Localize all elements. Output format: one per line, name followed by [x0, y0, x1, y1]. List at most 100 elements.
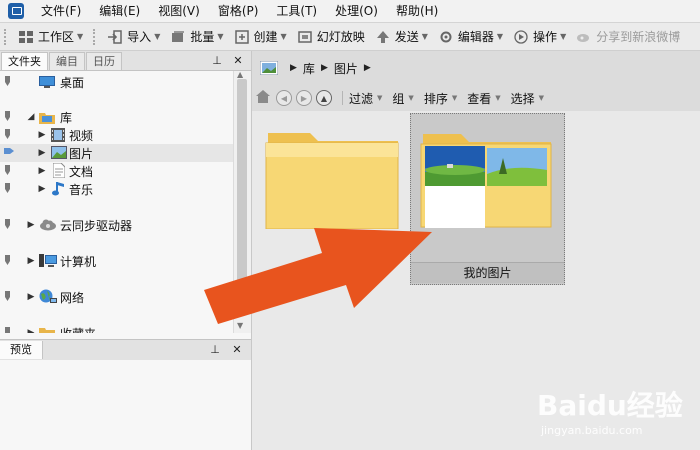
- batch-label: 批量: [190, 30, 215, 44]
- expand-closed-icon[interactable]: ▶: [37, 148, 47, 158]
- tree-item-desktop[interactable]: 桌面: [0, 73, 233, 91]
- pin-icon[interactable]: [4, 183, 11, 194]
- tree-item-music[interactable]: ▶ 音乐: [0, 180, 233, 198]
- editor-button[interactable]: 编辑器 ▼: [434, 25, 509, 49]
- folder-with-photos-icon: [420, 134, 552, 228]
- menu-bar: 文件(F) 编辑(E) 视图(V) 窗格(P) 工具(T) 处理(O) 帮助(H…: [0, 0, 700, 23]
- folder-icon: [265, 133, 399, 231]
- chevron-down-icon: ▼: [560, 32, 567, 41]
- create-button[interactable]: 创建 ▼: [230, 25, 293, 49]
- video-icon: [51, 128, 67, 142]
- back-icon[interactable]: ◀: [276, 90, 292, 106]
- tab-calendar[interactable]: 日历: [86, 52, 122, 70]
- expand-closed-icon[interactable]: ▶: [37, 184, 47, 194]
- pin-icon[interactable]: [4, 327, 11, 333]
- breadcrumb-separator-icon[interactable]: ▶: [364, 63, 371, 73]
- filter-button[interactable]: 过滤 ▼: [349, 90, 382, 107]
- app-logo-icon[interactable]: [8, 3, 24, 19]
- send-button[interactable]: 发送 ▼: [371, 25, 434, 49]
- workspace-label: 工作区: [38, 30, 75, 44]
- up-icon[interactable]: ▲: [316, 90, 332, 106]
- pin-icon[interactable]: [4, 291, 11, 302]
- scroll-down-icon[interactable]: ▼: [237, 321, 243, 330]
- menu-file[interactable]: 文件(F): [32, 0, 90, 22]
- import-label: 导入: [127, 30, 152, 44]
- tab-catalog[interactable]: 编目: [49, 52, 85, 70]
- pin-icon[interactable]: ⊥: [210, 52, 224, 69]
- slideshow-button[interactable]: 幻灯放映: [293, 25, 371, 49]
- tree-item-favorites[interactable]: ▶ 收藏夹: [0, 324, 233, 333]
- breadcrumb-separator-icon[interactable]: ▶: [290, 63, 297, 73]
- pin-active-icon[interactable]: [4, 147, 14, 158]
- address-bar[interactable]: ▶ 库 ▶ 图片 ▶: [256, 57, 696, 79]
- share-weibo-button[interactable]: 分享到新浪微博: [572, 25, 686, 49]
- scrollbar-thumb[interactable]: [237, 79, 247, 304]
- tree-item-library[interactable]: ◢ 库: [0, 108, 233, 126]
- menu-process[interactable]: 处理(O): [326, 0, 387, 22]
- group-button[interactable]: 组 ▼: [392, 90, 413, 107]
- workspace-icon: [18, 29, 34, 45]
- pin-icon[interactable]: [4, 255, 11, 266]
- expand-closed-icon[interactable]: ▶: [26, 256, 36, 266]
- expand-closed-icon[interactable]: ▶: [37, 130, 47, 140]
- close-icon[interactable]: ✕: [231, 52, 245, 69]
- chevron-down-icon: ▼: [77, 32, 84, 41]
- tree-item-label: 桌面: [60, 75, 85, 90]
- chevron-down-icon: ▼: [377, 94, 383, 102]
- tree-item-cloud-drive[interactable]: ▶ 云同步驱动器: [0, 216, 233, 234]
- pin-icon[interactable]: [4, 165, 11, 176]
- expand-closed-icon[interactable]: ▶: [26, 328, 36, 333]
- scroll-up-icon[interactable]: ▲: [237, 70, 243, 79]
- import-button[interactable]: 导入 ▼: [103, 25, 166, 49]
- tree-item-computer[interactable]: ▶ 计算机: [0, 252, 233, 270]
- tree-item-pictures[interactable]: ▶ 图片: [0, 144, 233, 162]
- expand-open-icon[interactable]: ◢: [26, 112, 36, 122]
- close-icon[interactable]: ✕: [230, 341, 244, 358]
- tree-item-label: 收藏夹: [60, 325, 96, 334]
- action-button[interactable]: 操作 ▼: [509, 25, 572, 49]
- pin-icon[interactable]: [4, 76, 11, 87]
- send-label: 发送: [394, 30, 419, 44]
- breadcrumb-pictures[interactable]: 图片: [334, 60, 358, 77]
- tree-item-videos[interactable]: ▶ 视频: [0, 126, 233, 144]
- library-icon: [259, 60, 279, 76]
- expand-closed-icon[interactable]: ▶: [26, 220, 36, 230]
- folder-thumbnail-empty[interactable]: [260, 119, 408, 284]
- pin-icon[interactable]: [4, 111, 11, 122]
- pin-icon[interactable]: [4, 129, 11, 140]
- view-button[interactable]: 查看 ▼: [467, 90, 500, 107]
- batch-icon: [170, 29, 186, 45]
- workspace-button[interactable]: 工作区 ▼: [14, 25, 89, 49]
- sort-button[interactable]: 排序 ▼: [424, 90, 457, 107]
- tree-item-network[interactable]: ▶ 网络: [0, 288, 233, 306]
- folder-thumbnail-my-pictures[interactable]: 我的图片: [410, 113, 565, 285]
- tab-preview[interactable]: 预览: [0, 341, 43, 359]
- share-weibo-label: 分享到新浪微博: [596, 30, 681, 44]
- select-button[interactable]: 选择 ▼: [511, 90, 544, 107]
- main-toolbar: 工作区 ▼ 导入 ▼ 批量 ▼ 创建 ▼ 幻灯放映 发送 ▼ 编辑器 ▼ 操作 …: [0, 23, 700, 51]
- menu-view[interactable]: 视图(V): [149, 0, 209, 22]
- tab-folders[interactable]: 文件夹: [1, 52, 48, 70]
- folder-label: 我的图片: [411, 262, 564, 283]
- desktop-icon: [39, 75, 55, 89]
- tree-scrollbar[interactable]: ▲ ▼: [233, 70, 251, 333]
- toolbar-grip[interactable]: [4, 28, 10, 45]
- tree-item-documents[interactable]: ▶ 文档: [0, 162, 233, 180]
- home-icon[interactable]: [256, 90, 270, 106]
- breadcrumb-separator-icon[interactable]: ▶: [321, 63, 328, 73]
- batch-button[interactable]: 批量 ▼: [166, 25, 229, 49]
- forward-icon[interactable]: ▶: [296, 90, 312, 106]
- send-icon: [375, 29, 391, 45]
- browser-toolbar: ◀ ▶ ▲ 过滤 ▼ 组 ▼ 排序 ▼ 查看 ▼ 选择 ▼: [256, 88, 696, 108]
- menu-tools[interactable]: 工具(T): [267, 0, 326, 22]
- menu-edit[interactable]: 编辑(E): [90, 0, 149, 22]
- expand-closed-icon[interactable]: ▶: [37, 166, 47, 176]
- thumbnail-area[interactable]: 我的图片: [252, 111, 700, 450]
- breadcrumb-library[interactable]: 库: [303, 60, 315, 77]
- menu-pane[interactable]: 窗格(P): [209, 0, 268, 22]
- expand-closed-icon[interactable]: ▶: [26, 292, 36, 302]
- pin-icon[interactable]: [4, 219, 11, 230]
- pin-icon[interactable]: ⊥: [208, 341, 222, 358]
- select-label: 选择: [510, 91, 535, 106]
- menu-help[interactable]: 帮助(H): [387, 0, 447, 22]
